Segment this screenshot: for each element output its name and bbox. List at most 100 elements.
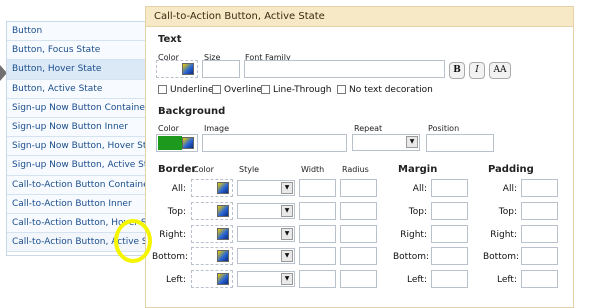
chevron-down-icon: ▼ (281, 273, 293, 285)
border-all-radius-input[interactable] (340, 179, 377, 197)
border-top-color-picker[interactable] (191, 202, 233, 220)
margin-left-input[interactable] (431, 270, 468, 288)
border-right-label: Right: (159, 230, 186, 240)
border-right-radius-input[interactable] (340, 225, 377, 243)
list-item[interactable]: Button, Hover State (7, 60, 148, 80)
border-all-color-picker[interactable] (191, 179, 233, 197)
border-section-heading: Border (158, 164, 197, 175)
border-top-radius-input[interactable] (340, 202, 377, 220)
bg-repeat-select[interactable]: ▼ (352, 134, 420, 151)
bg-repeat-label: Repeat (354, 124, 383, 133)
chevron-down-icon: ▼ (406, 136, 418, 148)
highlight-circle (114, 219, 152, 263)
italic-button[interactable]: I (469, 62, 485, 79)
border-bottom-style-select[interactable]: ▼ (237, 248, 295, 264)
list-item[interactable]: Button (7, 22, 148, 42)
overline-checkbox[interactable] (212, 85, 221, 94)
border-top-style-select[interactable]: ▼ (237, 203, 295, 219)
padding-left-label: Left: (497, 275, 517, 285)
line-through-checkbox[interactable] (261, 85, 270, 94)
margin-top-input[interactable] (431, 202, 468, 220)
list-item[interactable]: Call-to-Action Button Container (7, 175, 148, 195)
list-item[interactable]: Sign-up Now Button Container (7, 98, 148, 118)
border-right-color-picker[interactable] (191, 225, 233, 243)
padding-right-input[interactable] (521, 225, 558, 243)
style-editor-panel: Call-to-Action Button, Active State Text… (145, 6, 574, 308)
color-picker-icon (217, 182, 229, 194)
small-caps-button[interactable]: AA (489, 62, 511, 79)
padding-left-input[interactable] (521, 270, 558, 288)
color-picker-icon (182, 63, 194, 75)
margin-right-input[interactable] (431, 225, 468, 243)
background-section-heading: Background (158, 106, 226, 117)
margin-bottom-input[interactable] (431, 247, 468, 265)
border-all-label: All: (171, 184, 186, 194)
text-color-picker[interactable] (156, 60, 198, 78)
underline-checkbox[interactable] (158, 85, 167, 94)
bg-image-label: Image (204, 124, 230, 133)
border-all-width-input[interactable] (299, 179, 336, 197)
color-picker-icon (217, 205, 229, 217)
list-item[interactable]: Button, Focus State (7, 41, 148, 61)
list-item[interactable]: Sign-up Now Button, Active State (7, 156, 148, 176)
margin-top-label: Top: (408, 207, 427, 217)
border-bottom-color-picker[interactable] (191, 247, 233, 265)
overline-label: Overline (224, 85, 262, 95)
border-right-width-input[interactable] (299, 225, 336, 243)
border-bottom-label: Bottom: (152, 252, 189, 262)
text-size-input[interactable] (202, 60, 240, 78)
bg-color-label: Color (158, 124, 179, 133)
margin-all-input[interactable] (431, 179, 468, 197)
chevron-down-icon: ▼ (281, 182, 293, 194)
underline-label: Underline (170, 85, 214, 95)
border-left-style-select[interactable]: ▼ (237, 271, 295, 287)
padding-top-label: Top: (498, 207, 517, 217)
bg-color-picker[interactable] (156, 134, 198, 152)
padding-all-label: All: (502, 184, 517, 194)
bg-position-input[interactable] (426, 134, 494, 152)
font-family-input[interactable] (244, 60, 445, 78)
border-radius-label: Radius (342, 165, 369, 174)
border-left-label: Left: (166, 275, 186, 285)
padding-section-heading: Padding (488, 164, 534, 175)
panel-title: Call-to-Action Button, Active State (146, 7, 573, 27)
chevron-down-icon: ▼ (281, 228, 293, 240)
color-picker-icon (217, 273, 229, 285)
color-picker-icon (217, 250, 229, 262)
padding-bottom-input[interactable] (521, 247, 558, 265)
padding-top-input[interactable] (521, 202, 558, 220)
color-picker-icon (182, 137, 194, 149)
margin-bottom-label: Bottom: (393, 252, 430, 262)
text-section-heading: Text (158, 34, 182, 45)
border-left-color-picker[interactable] (191, 270, 233, 288)
margin-right-label: Right: (400, 230, 427, 240)
list-item[interactable]: Call-to-Action Button Inner (7, 194, 148, 214)
list-item[interactable]: Sign-up Now Button, Hover State (7, 137, 148, 157)
border-top-label: Top: (167, 207, 186, 217)
border-left-width-input[interactable] (299, 270, 336, 288)
color-picker-icon (217, 228, 229, 240)
chevron-down-icon: ▼ (281, 250, 293, 262)
no-decoration-label: No text decoration (349, 85, 433, 95)
chevron-down-icon: ▼ (281, 205, 293, 217)
border-right-style-select[interactable]: ▼ (237, 226, 295, 242)
margin-all-label: All: (412, 184, 427, 194)
bg-position-label: Position (428, 124, 460, 133)
padding-all-input[interactable] (521, 179, 558, 197)
list-item[interactable]: Button, Active State (7, 79, 148, 99)
padding-bottom-label: Bottom: (483, 252, 520, 262)
bold-button[interactable]: B (449, 62, 465, 79)
border-width-label: Width (301, 165, 325, 174)
no-decoration-checkbox[interactable] (337, 85, 346, 94)
border-left-radius-input[interactable] (340, 270, 377, 288)
margin-section-heading: Margin (398, 164, 438, 175)
border-bottom-radius-input[interactable] (340, 247, 377, 265)
border-bottom-width-input[interactable] (299, 247, 336, 265)
border-style-label: Style (239, 165, 260, 174)
line-through-label: Line-Through (273, 85, 332, 95)
border-all-style-select[interactable]: ▼ (237, 180, 295, 196)
bg-color-swatch (158, 136, 182, 150)
border-top-width-input[interactable] (299, 202, 336, 220)
list-item[interactable]: Sign-up Now Button Inner (7, 117, 148, 138)
bg-image-input[interactable] (202, 134, 347, 152)
